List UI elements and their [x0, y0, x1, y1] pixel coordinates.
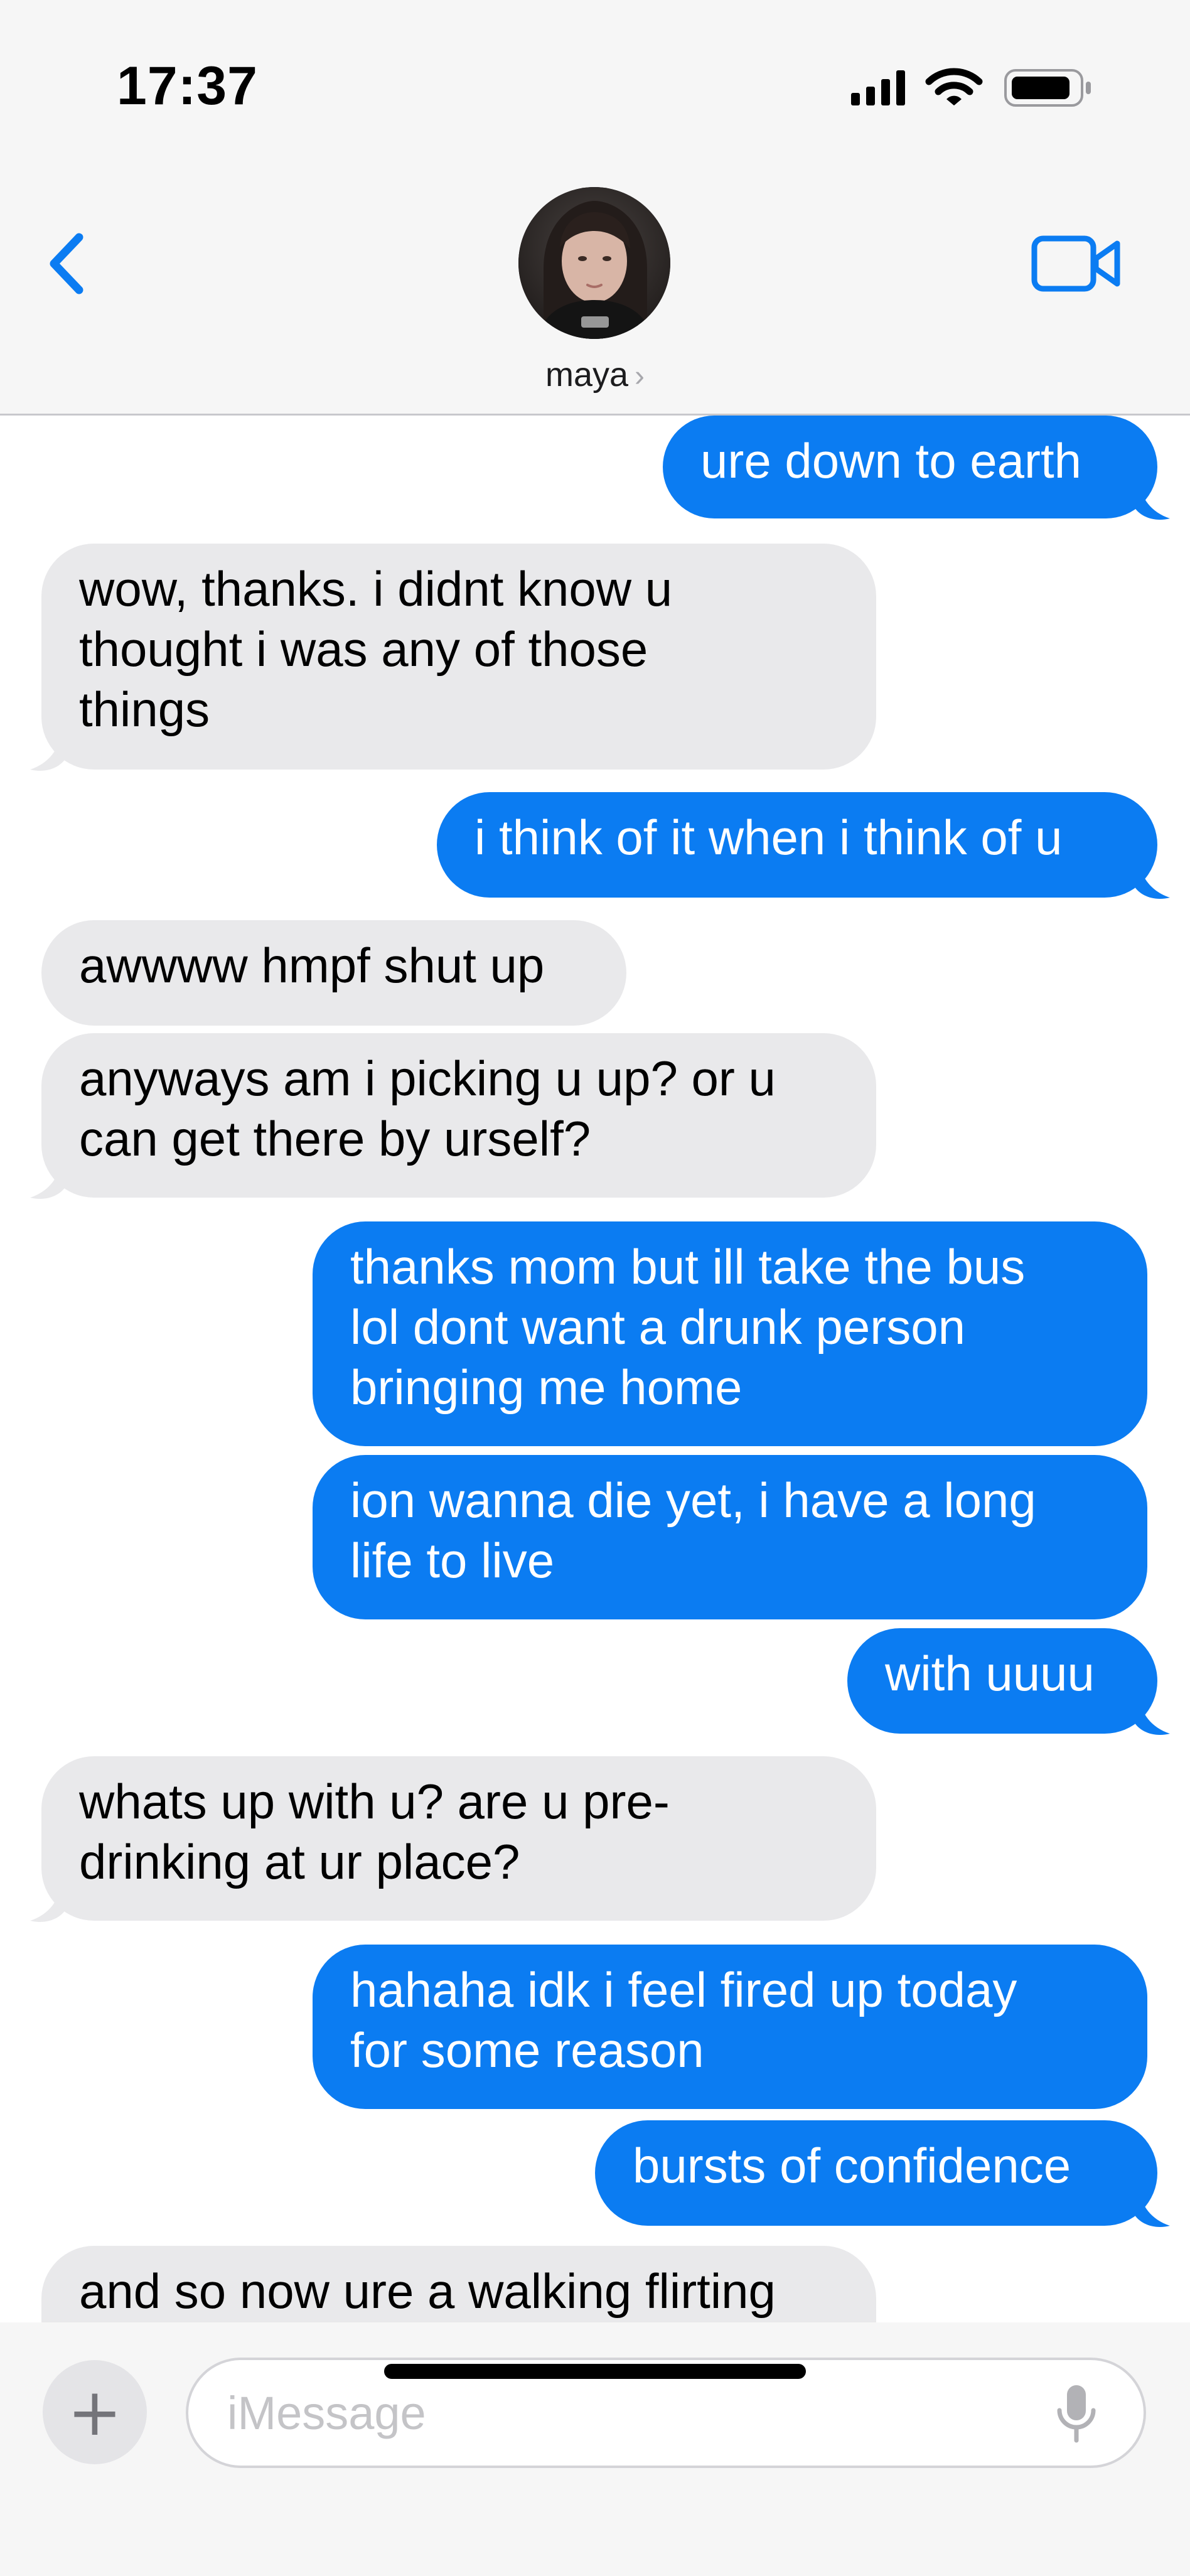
- sent-message-bubble[interactable]: hahaha idk i feel fired up today for som…: [313, 1945, 1147, 2109]
- cellular-signal-icon: [851, 70, 905, 105]
- sent-message-bubble[interactable]: thanks mom but ill take the bus lol dont…: [313, 1221, 1147, 1446]
- conversation-header: 17:37 maya ›: [0, 0, 1190, 416]
- composer-bar: +: [0, 2322, 1190, 2576]
- video-camera-icon: [1031, 235, 1120, 292]
- status-time: 17:37: [117, 56, 258, 116]
- contact-name: maya: [545, 356, 629, 394]
- chevron-left-icon: [50, 233, 83, 294]
- received-message-bubble[interactable]: awwww hmpf shut up: [41, 920, 626, 1026]
- sent-message-bubble[interactable]: i think of it when i think of u: [437, 792, 1157, 898]
- received-message-bubble[interactable]: wow, thanks. i didnt know u thought i wa…: [41, 544, 876, 770]
- sent-message-bubble[interactable]: bursts of confidence: [595, 2120, 1157, 2226]
- message-list[interactable]: ure down to earth wow, thanks. i didnt kn…: [0, 416, 1190, 2322]
- battery-icon: [1004, 69, 1091, 107]
- back-button[interactable]: [38, 226, 100, 301]
- microphone-icon[interactable]: [1054, 2383, 1098, 2445]
- wifi-icon: [925, 68, 983, 105]
- received-message-bubble[interactable]: whats up with u? are u pre- drinking at …: [41, 1756, 876, 1921]
- facetime-video-button[interactable]: [1029, 232, 1123, 295]
- sent-message-bubble[interactable]: ion wanna die yet, i have a long life to…: [313, 1455, 1147, 1619]
- sent-message-bubble[interactable]: with uuuu: [847, 1628, 1157, 1734]
- apps-plus-button[interactable]: +: [43, 2360, 147, 2464]
- sent-message-bubble[interactable]: ure down to earth: [663, 416, 1157, 518]
- contact-avatar[interactable]: [518, 187, 670, 339]
- home-indicator[interactable]: [384, 2364, 806, 2379]
- contact-name-button[interactable]: maya ›: [0, 355, 1190, 394]
- chevron-right-icon: ›: [635, 360, 645, 393]
- avatar-photo: [518, 187, 670, 339]
- received-message-bubble[interactable]: and so now ure a walking flirting: [41, 2246, 876, 2322]
- status-icons: [851, 68, 1091, 107]
- received-message-bubble[interactable]: anyways am i picking u up? or u can get …: [41, 1033, 876, 1198]
- plus-icon: +: [67, 2374, 122, 2450]
